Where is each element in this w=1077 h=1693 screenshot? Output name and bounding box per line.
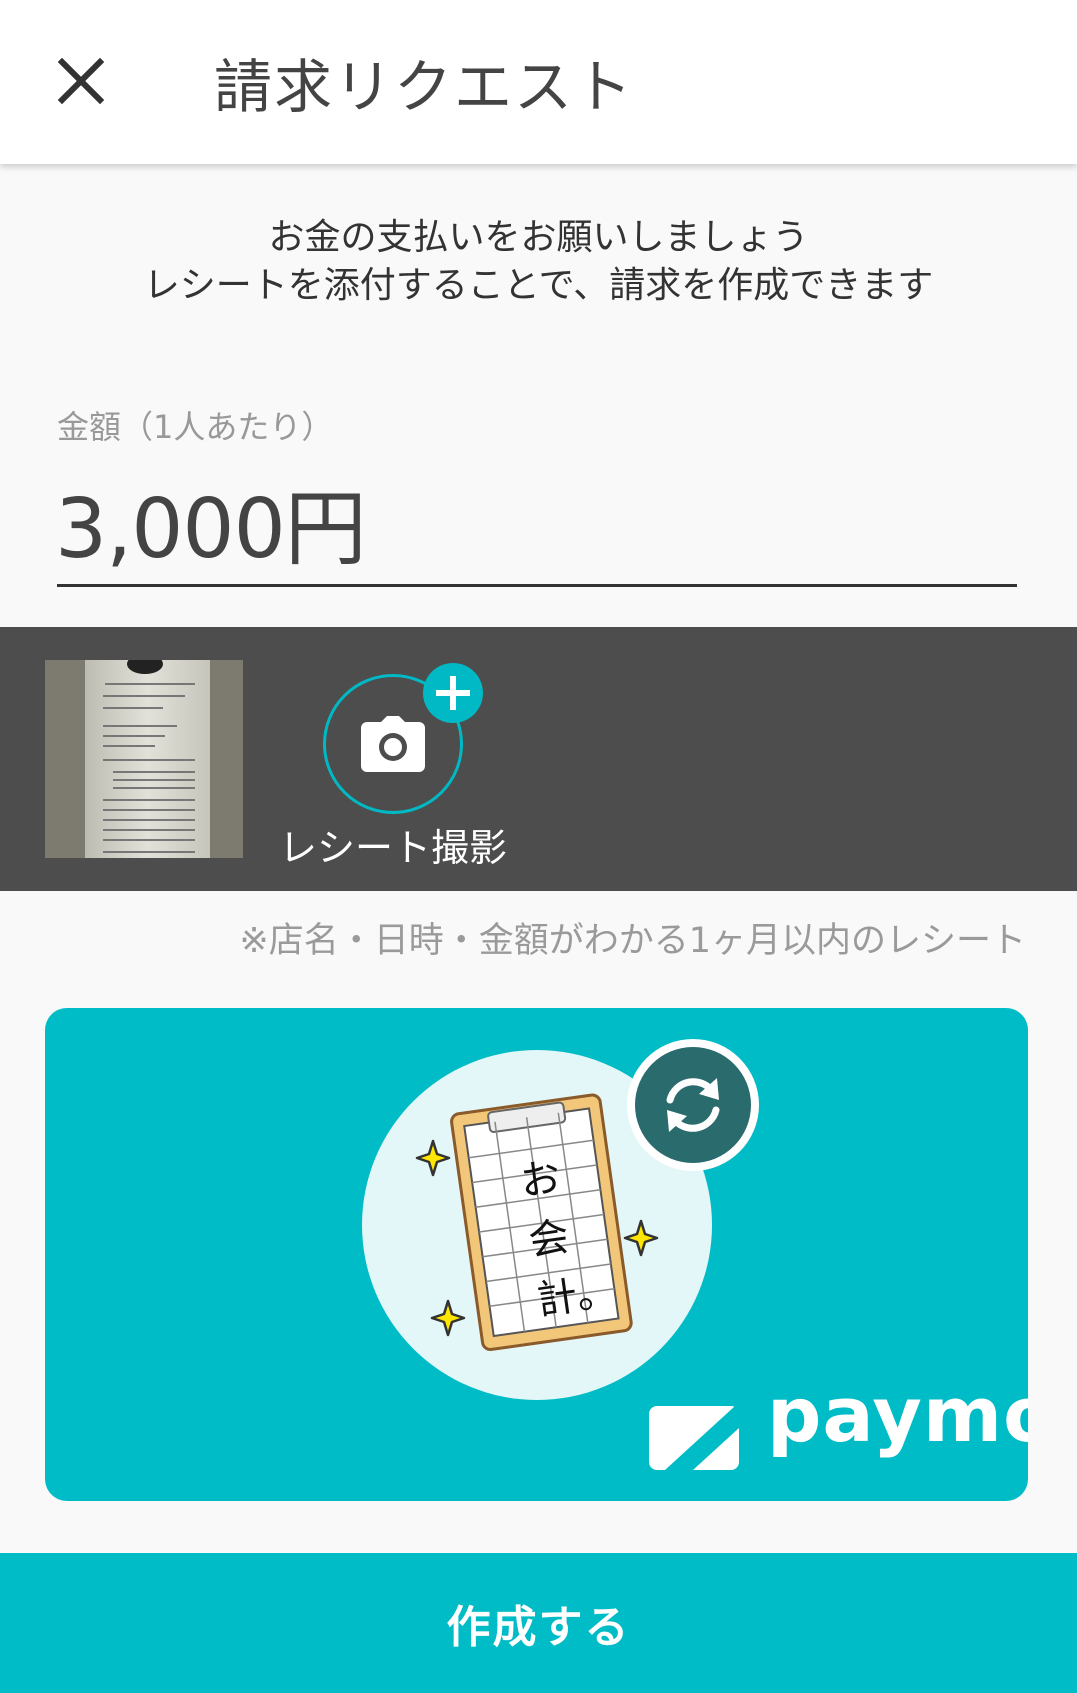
- add-receipt-button[interactable]: [423, 663, 483, 723]
- camera-icon: [361, 716, 425, 772]
- plus-icon: [436, 676, 470, 710]
- camera-label: レシート撮影: [278, 826, 507, 870]
- amount-input[interactable]: 3,000円: [55, 462, 367, 581]
- app-header: 請求リクエスト: [0, 0, 1077, 164]
- paymo-logo-text: paymo: [767, 1370, 1028, 1459]
- page-title: 請求リクエスト: [214, 53, 635, 121]
- create-button[interactable]: 作成する: [0, 1553, 1077, 1693]
- receipt-thumbnail[interactable]: [45, 660, 243, 858]
- intro-text: お金の支払いをお願いしましょう レシートを添付することで、請求を作成できます: [0, 214, 1077, 310]
- amount-label: 金額（1人あたり）: [57, 408, 334, 446]
- close-button[interactable]: [46, 46, 116, 116]
- paymo-logo-icon: [649, 1406, 739, 1470]
- create-button-label: 作成する: [446, 1602, 631, 1653]
- illustration-text: お: [517, 1154, 563, 1205]
- receipt-strip: レシート撮影: [0, 627, 1077, 891]
- amount-underline: [57, 584, 1017, 587]
- receipt-note: ※店名・日時・金額がわかる1ヶ月以内のレシート: [239, 921, 1026, 961]
- intro-line-1: お金の支払いをお願いしましょう: [268, 217, 809, 258]
- svg-text:会: 会: [526, 1214, 572, 1265]
- intro-line-2: レシートを添付することで、請求を作成できます: [143, 265, 934, 306]
- close-icon: [58, 58, 104, 104]
- receipt-photo-icon: [45, 660, 243, 858]
- paymo-banner[interactable]: お 会 計。 paymo: [45, 1008, 1028, 1501]
